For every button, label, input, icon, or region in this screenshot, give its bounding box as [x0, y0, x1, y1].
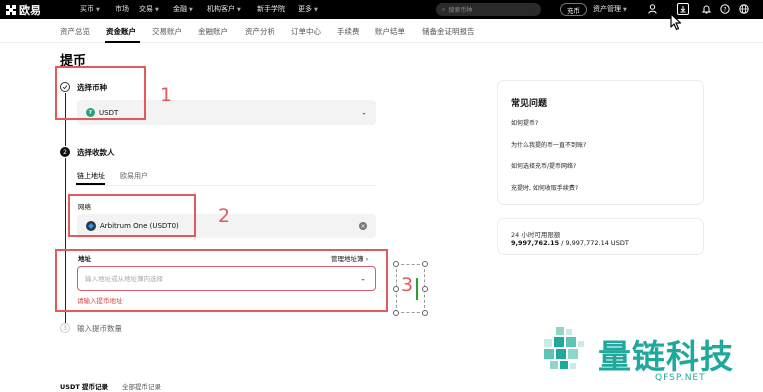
subnav-funding-account[interactable]: 资金账户 — [106, 26, 136, 37]
okx-logo-icon — [6, 4, 16, 15]
resize-handle[interactable] — [393, 261, 399, 267]
faq-link-how-to-withdraw[interactable]: 如何提币? — [511, 118, 538, 127]
step-2-number: 2 — [60, 147, 70, 157]
chevron-down-icon: ▼ — [623, 7, 627, 13]
watermark-text: 量链科技 — [598, 337, 734, 376]
faq-link-fees[interactable]: 充提时, 如何收取手续费? — [511, 183, 578, 192]
search-input[interactable]: ⌕ 搜索币种 — [436, 3, 541, 16]
watermark-logo-icon — [544, 327, 584, 369]
faq-link-choose-network[interactable]: 如何选择充币/提币网络? — [511, 161, 576, 170]
resize-handle[interactable] — [422, 310, 428, 316]
search-icon: ⌕ — [442, 5, 446, 13]
annotation-box-2 — [68, 194, 196, 237]
watermark-url: QFSP.NET — [655, 373, 706, 383]
subnav-assets-overview[interactable]: 资产总览 — [60, 26, 90, 37]
limit-total: / 9,997,772.14 USDT — [559, 239, 629, 247]
tab-divider — [76, 185, 376, 186]
annotation-box-3 — [55, 249, 388, 312]
subnav-proof-of-reserves[interactable]: 储备金证明报告 — [422, 26, 475, 37]
annotation-number-1: 1 — [160, 84, 173, 106]
chevron-down-icon: ▼ — [237, 7, 241, 13]
nav-item-buy-crypto[interactable]: 买币 ▼ — [80, 4, 100, 14]
asset-sub-navigation: 资产总览 资金账户 交易账户 金融账户 资产分析 订单中心 手续费 账户结单 储… — [0, 19, 763, 43]
selection-resize-box[interactable] — [396, 264, 425, 313]
nav-item-academy[interactable]: 新手学院 — [257, 4, 285, 14]
tab-usdt-withdrawal-records[interactable]: USDT 提币记录 — [60, 381, 108, 391]
resize-handle[interactable] — [393, 310, 399, 316]
subnav-active-indicator — [105, 41, 140, 43]
logo-text: 欧易 — [19, 3, 41, 17]
nav-item-finance[interactable]: 金融 ▼ — [173, 4, 193, 14]
top-navigation-bar: 欧易 买币 ▼ 市场 交易 ▼ 金融 ▼ 机构客户 ▼ 新手学院 更多 ▼ ⌕ 搜索币种 … — [0, 0, 763, 19]
chevron-down-icon: ▼ — [155, 7, 159, 13]
subnav-trading-account[interactable]: 交易账户 — [152, 26, 182, 37]
asset-management-menu[interactable]: 资产管理 ▼ — [593, 4, 627, 14]
limit-used: 9,997,762.15 — [511, 239, 560, 247]
globe-icon[interactable] — [738, 3, 750, 15]
chevron-down-icon: ▼ — [189, 7, 193, 13]
tab-onchain-address[interactable]: 链上地址 — [77, 171, 105, 181]
subnav-account-statement[interactable]: 账户结单 — [375, 26, 405, 37]
text-caret — [416, 278, 418, 300]
subnav-asset-analysis[interactable]: 资产分析 — [245, 26, 275, 37]
tab-active-indicator — [76, 183, 105, 185]
limit-label: 24 小时可用限额 — [511, 231, 561, 239]
clear-icon[interactable]: × — [359, 222, 367, 230]
step-3-label: 输入提币数量 — [77, 324, 122, 333]
annotation-box-1 — [55, 66, 146, 120]
notification-bell-icon[interactable] — [700, 3, 712, 15]
faq-title: 常见问题 — [511, 99, 548, 109]
limit-value: 9,997,762.15 / 9,997,772.14 USDT — [511, 239, 629, 247]
nav-item-market[interactable]: 市场 — [115, 4, 129, 14]
faq-link-not-received[interactable]: 为什么我提的币一直不到账? — [511, 140, 586, 149]
svg-text:?: ? — [723, 6, 726, 13]
chevron-down-icon: ⌄ — [361, 108, 367, 117]
subnav-fees[interactable]: 手续费 — [337, 26, 360, 37]
tab-all-withdrawal-records[interactable]: 全部提币记录 — [122, 381, 161, 391]
nav-item-trade[interactable]: 交易 ▼ — [139, 4, 159, 14]
user-icon[interactable] — [646, 3, 658, 15]
step-2-label: 选择收款人 — [77, 148, 115, 157]
resize-handle[interactable] — [393, 286, 399, 292]
nav-item-more[interactable]: 更多 ▼ — [298, 4, 318, 14]
resize-handle[interactable] — [422, 286, 428, 292]
step-3-number: 3 — [60, 323, 70, 333]
okx-logo[interactable]: 欧易 — [6, 2, 41, 17]
resize-handle[interactable] — [422, 261, 428, 267]
annotation-number-2: 2 — [218, 205, 231, 227]
deposit-button[interactable]: 充币 — [560, 3, 587, 16]
chevron-down-icon: ▼ — [96, 7, 100, 13]
chevron-down-icon: ▼ — [314, 7, 318, 13]
subnav-earn-account[interactable]: 金融账户 — [198, 26, 228, 37]
help-icon[interactable]: ? — [719, 3, 731, 15]
subnav-order-center[interactable]: 订单中心 — [291, 26, 321, 37]
tab-okx-user[interactable]: 欧易用户 — [120, 171, 148, 181]
nav-item-institutional[interactable]: 机构客户 ▼ — [207, 4, 241, 14]
